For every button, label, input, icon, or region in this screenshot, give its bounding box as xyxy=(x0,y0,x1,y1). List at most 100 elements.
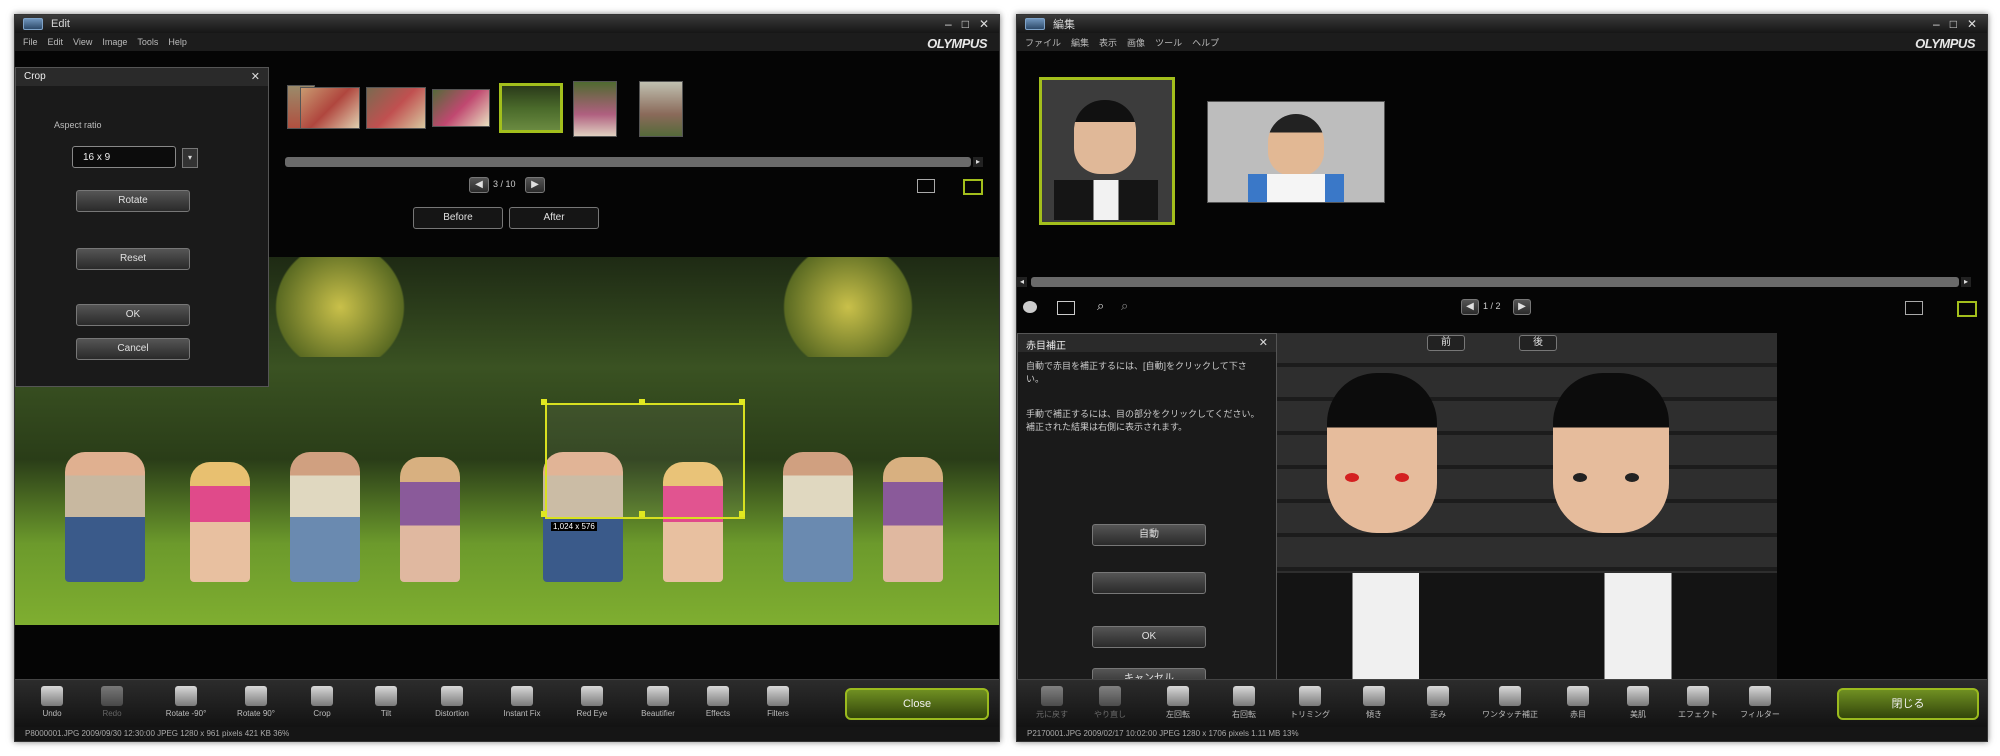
rotate-button[interactable]: Rotate xyxy=(76,190,190,212)
menu-file[interactable]: File xyxy=(23,37,38,47)
rotate-left-tool[interactable]: Rotate -90° xyxy=(155,686,217,718)
menu-image[interactable]: 画像 xyxy=(1127,36,1145,49)
close-icon[interactable]: ✕ xyxy=(1967,17,1977,31)
filters-tool[interactable]: Filters xyxy=(747,686,809,718)
tab-before[interactable]: Before xyxy=(413,207,503,229)
redo-tool[interactable]: やり直し xyxy=(1079,686,1141,720)
compare-view-icon[interactable] xyxy=(1957,301,1977,317)
tilt-tool[interactable]: 傾き xyxy=(1343,686,1405,720)
zoom-out-icon[interactable]: ⌕ xyxy=(1121,298,1128,314)
rotate-left-tool[interactable]: 左回転 xyxy=(1147,686,1209,720)
scroll-right-icon[interactable]: ▸ xyxy=(1961,277,1971,287)
scroll-right-icon[interactable]: ▸ xyxy=(973,157,983,167)
crop-handle[interactable] xyxy=(541,399,547,405)
next-image-button[interactable]: ▶ xyxy=(525,177,545,193)
crop-handle[interactable] xyxy=(739,399,745,405)
menu-edit[interactable]: 編集 xyxy=(1071,36,1089,49)
distortion-tool[interactable]: Distortion xyxy=(421,686,483,718)
redo-tool[interactable]: Redo xyxy=(81,686,143,718)
person xyxy=(290,452,360,582)
maximize-icon[interactable]: □ xyxy=(962,17,969,31)
panel-close-icon[interactable]: ✕ xyxy=(251,70,260,83)
distortion-icon xyxy=(1427,686,1449,706)
thumbnail[interactable] xyxy=(366,87,426,129)
eye-icon[interactable] xyxy=(1023,301,1037,313)
thumbnail[interactable] xyxy=(432,89,490,127)
compare-view-icon[interactable] xyxy=(963,179,983,195)
thumbnail[interactable] xyxy=(300,87,360,129)
menu-edit[interactable]: Edit xyxy=(48,37,64,47)
ok-button[interactable]: OK xyxy=(1092,626,1206,648)
previous-image-button[interactable]: ◀ xyxy=(469,177,489,193)
tab-after[interactable]: After xyxy=(509,207,599,229)
thumbnail-selected[interactable] xyxy=(1039,77,1175,225)
rotate-right-tool[interactable]: Rotate 90° xyxy=(225,686,287,718)
crop-handle[interactable] xyxy=(639,511,645,517)
menu-help[interactable]: ヘルプ xyxy=(1192,36,1219,49)
next-image-button[interactable]: ▶ xyxy=(1513,299,1531,315)
red-eye-tool[interactable]: 赤目 xyxy=(1547,686,1609,720)
close-button[interactable]: 閉じる xyxy=(1837,688,1979,720)
filmstrip-scrollbar[interactable] xyxy=(285,157,971,167)
image-counter: 3 / 10 xyxy=(493,179,516,189)
instant-fix-tool[interactable]: Instant Fix xyxy=(491,686,553,718)
instant-fix-tool[interactable]: ワンタッチ補正 xyxy=(1479,686,1541,720)
menu-image[interactable]: Image xyxy=(102,37,127,47)
fit-icon[interactable] xyxy=(1057,301,1075,315)
reset-button[interactable]: Reset xyxy=(76,248,190,270)
close-button[interactable]: Close xyxy=(845,688,989,720)
rotate-right-tool[interactable]: 右回転 xyxy=(1213,686,1275,720)
single-view-icon[interactable] xyxy=(917,179,935,193)
tab-after[interactable]: 後 xyxy=(1519,335,1557,351)
distortion-icon xyxy=(441,686,463,706)
beautifier-tool[interactable]: Beautifier xyxy=(627,686,689,718)
auto-button[interactable]: 自動 xyxy=(1092,524,1206,546)
filmstrip-scrollbar[interactable] xyxy=(1031,277,1959,287)
instruction-text: 手動で補正するには、目の部分をクリックしてください。補正された結果は右側に表示さ… xyxy=(1026,409,1260,432)
minimize-icon[interactable]: – xyxy=(1933,17,1940,31)
thumbnail[interactable] xyxy=(1207,101,1385,203)
cancel-button[interactable]: Cancel xyxy=(76,338,190,360)
undo-icon xyxy=(41,686,63,706)
manual-button[interactable] xyxy=(1092,572,1206,594)
distortion-tool[interactable]: 歪み xyxy=(1407,686,1469,720)
rotate-right-icon xyxy=(1233,686,1255,706)
zoom-in-icon[interactable]: ⌕ xyxy=(1097,298,1104,314)
effects-tool[interactable]: エフェクト xyxy=(1667,686,1729,720)
undo-tool[interactable]: Undo xyxy=(21,686,83,718)
red-eye-icon xyxy=(1567,686,1589,706)
red-eye-tool[interactable]: Red Eye xyxy=(561,686,623,718)
menu-tools[interactable]: ツール xyxy=(1155,36,1182,49)
scroll-left-icon[interactable]: ◂ xyxy=(1017,277,1027,287)
tab-before[interactable]: 前 xyxy=(1427,335,1465,351)
thumbnail[interactable] xyxy=(573,81,617,137)
ok-button[interactable]: OK xyxy=(76,304,190,326)
menu-help[interactable]: Help xyxy=(168,37,187,47)
crop-handle[interactable] xyxy=(739,511,745,517)
tilt-tool[interactable]: Tilt xyxy=(355,686,417,718)
panel-close-icon[interactable]: ✕ xyxy=(1259,336,1268,349)
aspect-ratio-select[interactable]: 16 x 9 xyxy=(72,146,176,168)
menu-file[interactable]: ファイル xyxy=(1025,36,1061,49)
close-icon[interactable]: ✕ xyxy=(979,17,989,31)
previous-image-button[interactable]: ◀ xyxy=(1461,299,1479,315)
undo-tool[interactable]: 元に戻す xyxy=(1021,686,1083,720)
crop-handle[interactable] xyxy=(541,511,547,517)
filters-tool[interactable]: フィルター xyxy=(1729,686,1791,720)
crop-handle[interactable] xyxy=(639,399,645,405)
beautifier-tool[interactable]: 美肌 xyxy=(1607,686,1669,720)
menu-tools[interactable]: Tools xyxy=(137,37,158,47)
chevron-down-icon[interactable]: ▾ xyxy=(182,148,198,168)
minimize-icon[interactable]: – xyxy=(945,17,952,31)
menu-view[interactable]: View xyxy=(73,37,92,47)
crop-tool[interactable]: Crop xyxy=(291,686,353,718)
tilt-icon xyxy=(1363,686,1385,706)
single-view-icon[interactable] xyxy=(1905,301,1923,315)
thumbnail[interactable] xyxy=(639,81,683,137)
thumbnail-selected[interactable] xyxy=(499,83,563,133)
crop-tool[interactable]: トリミング xyxy=(1279,686,1341,720)
effects-tool[interactable]: Effects xyxy=(687,686,749,718)
maximize-icon[interactable]: □ xyxy=(1950,17,1957,31)
menu-view[interactable]: 表示 xyxy=(1099,36,1117,49)
crop-selection-rectangle[interactable]: 1,024 x 576 xyxy=(545,403,745,531)
